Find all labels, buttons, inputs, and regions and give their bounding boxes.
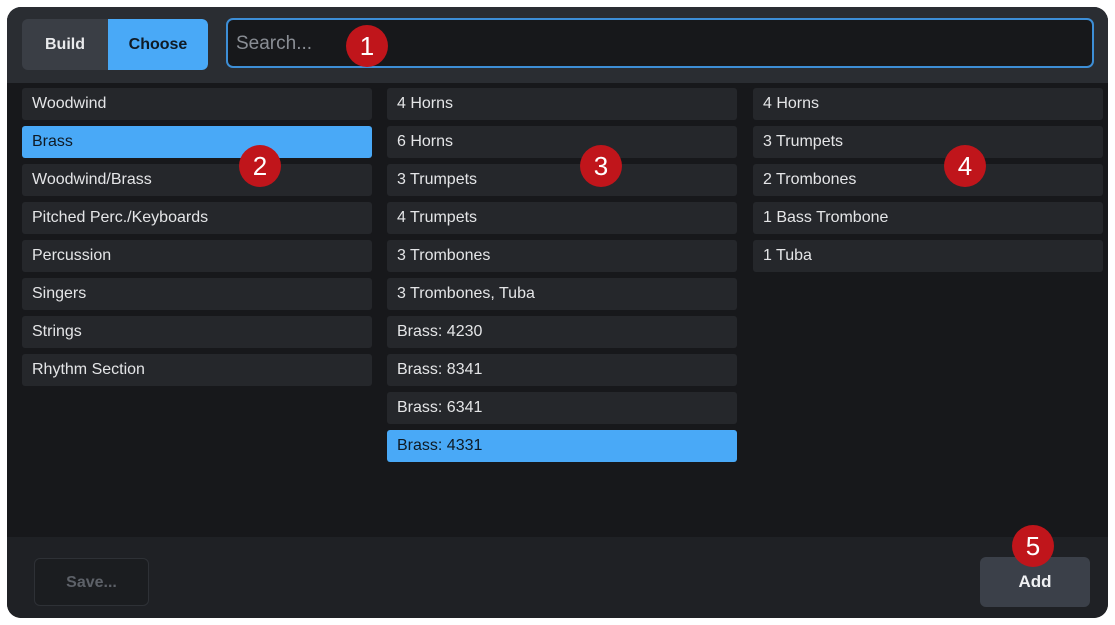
callout-3: 3 (580, 145, 622, 187)
contents-item[interactable]: 1 Tuba (753, 240, 1103, 272)
family-item-woodwind-brass[interactable]: Woodwind/Brass (22, 164, 372, 196)
ensemble-picker-panel: Build Choose Woodwind Brass Woodwind/Bra… (7, 7, 1108, 618)
callout-2: 2 (239, 145, 281, 187)
toolbar: Build Choose (7, 7, 1108, 83)
build-tab[interactable]: Build (22, 19, 108, 70)
family-item-brass[interactable]: Brass (22, 126, 372, 158)
ensemble-item[interactable]: 6 Horns (387, 126, 737, 158)
family-list: Woodwind Brass Woodwind/Brass Pitched Pe… (22, 88, 372, 392)
family-item-rhythm-section[interactable]: Rhythm Section (22, 354, 372, 386)
ensemble-item[interactable]: Brass: 8341 (387, 354, 737, 386)
contents-item[interactable]: 4 Horns (753, 88, 1103, 120)
choose-tab[interactable]: Choose (108, 19, 208, 70)
ensemble-item-selected[interactable]: Brass: 4331 (387, 430, 737, 462)
contents-item[interactable]: 1 Bass Trombone (753, 202, 1103, 234)
contents-item[interactable]: 3 Trumpets (753, 126, 1103, 158)
family-item-strings[interactable]: Strings (22, 316, 372, 348)
ensemble-item[interactable]: 3 Trumpets (387, 164, 737, 196)
ensemble-item[interactable]: 4 Trumpets (387, 202, 737, 234)
ensemble-item[interactable]: Brass: 6341 (387, 392, 737, 424)
family-item-pitched-perc-keyboards[interactable]: Pitched Perc./Keyboards (22, 202, 372, 234)
callout-4: 4 (944, 145, 986, 187)
ensemble-item[interactable]: 3 Trombones (387, 240, 737, 272)
save-button[interactable]: Save... (34, 558, 149, 606)
ensemble-item[interactable]: 4 Horns (387, 88, 737, 120)
callout-5: 5 (1012, 525, 1054, 567)
family-item-woodwind[interactable]: Woodwind (22, 88, 372, 120)
family-item-percussion[interactable]: Percussion (22, 240, 372, 272)
family-item-singers[interactable]: Singers (22, 278, 372, 310)
footer-bar: Save... Add (7, 537, 1108, 618)
ensemble-item[interactable]: Brass: 4230 (387, 316, 737, 348)
ensemble-list: 4 Horns 6 Horns 3 Trumpets 4 Trumpets 3 … (387, 88, 737, 468)
ensemble-contents-list: 4 Horns 3 Trumpets 2 Trombones 1 Bass Tr… (753, 88, 1103, 278)
ensemble-item[interactable]: 3 Trombones, Tuba (387, 278, 737, 310)
contents-item[interactable]: 2 Trombones (753, 164, 1103, 196)
callout-1: 1 (346, 25, 388, 67)
mode-segmented-control: Build Choose (22, 19, 208, 70)
